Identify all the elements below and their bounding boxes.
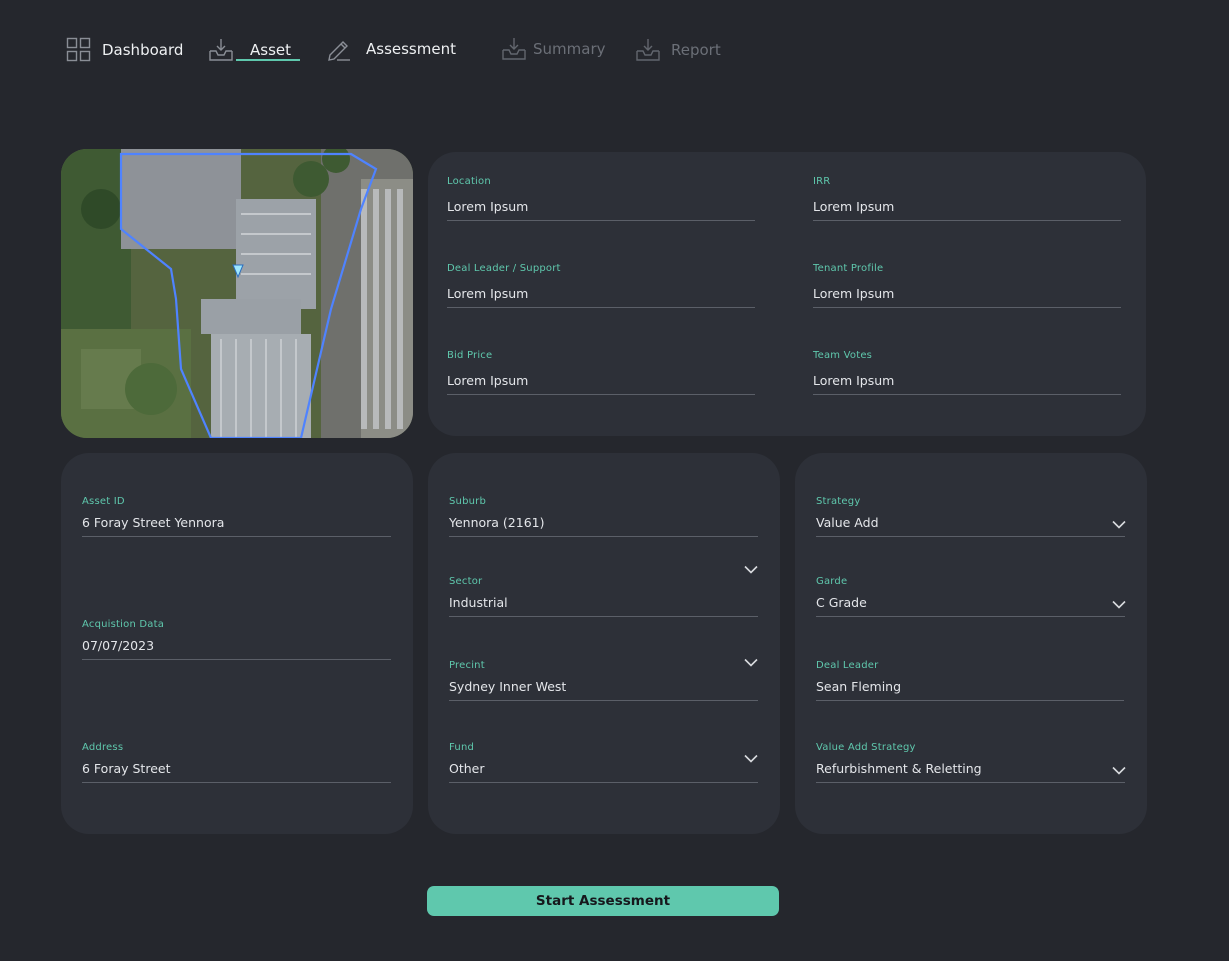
strategy-select[interactable]: Strategy Value Add <box>816 496 1125 537</box>
tenant-profile-label: Tenant Profile <box>813 263 884 274</box>
chevron-down-icon[interactable] <box>744 754 758 763</box>
tenant-profile-value: Lorem Ipsum <box>813 286 1121 308</box>
nav-asset-label: Asset <box>250 41 292 59</box>
irr-field[interactable]: IRR Lorem Ipsum <box>813 176 1121 221</box>
nav-dashboard-label: Dashboard <box>102 41 184 59</box>
value-add-strategy-value: Refurbishment & Reletting <box>816 761 1125 783</box>
deal-leader-support-label: Deal Leader / Support <box>447 263 561 274</box>
precint-label: Precint <box>449 660 485 671</box>
grade-label: Garde <box>816 576 848 587</box>
acquisition-date-value: 07/07/2023 <box>82 638 391 660</box>
address-field[interactable]: Address 6 Foray Street <box>82 742 391 783</box>
fund-value: Other <box>449 761 758 783</box>
sector-label: Sector <box>449 576 483 587</box>
irr-value: Lorem Ipsum <box>813 199 1121 221</box>
sector-select[interactable]: Sector Industrial <box>449 576 758 617</box>
deal-leader-label: Deal Leader <box>816 660 879 671</box>
deal-leader-value: Sean Fleming <box>816 679 1124 701</box>
asset-id-label: Asset ID <box>82 496 125 507</box>
acquisition-date-field[interactable]: Acquistion Data 07/07/2023 <box>82 619 391 660</box>
value-add-strategy-label: Value Add Strategy <box>816 742 916 753</box>
start-assessment-button[interactable]: Start Assessment <box>427 886 779 916</box>
chevron-down-icon[interactable] <box>1112 520 1126 529</box>
bid-price-field[interactable]: Bid Price Lorem Ipsum <box>447 350 755 395</box>
nav-report-label: Report <box>671 41 721 59</box>
sector-value: Industrial <box>449 595 758 617</box>
strategy-label: Strategy <box>816 496 861 507</box>
team-votes-value: Lorem Ipsum <box>813 373 1121 395</box>
nav-dashboard[interactable]: Dashboard <box>66 37 183 63</box>
nav-summary-label: Summary <box>533 40 606 58</box>
chevron-down-icon[interactable] <box>744 565 758 574</box>
asset-id-value: 6 Foray Street Yennora <box>82 515 391 537</box>
precint-select[interactable]: Precint Sydney Inner West <box>449 660 758 701</box>
deal-leader-support-value: Lorem Ipsum <box>447 286 755 308</box>
grade-value: C Grade <box>816 595 1125 617</box>
dashboard-grid-icon <box>66 37 92 63</box>
download-tray-icon <box>501 36 527 62</box>
download-tray-icon <box>208 37 234 63</box>
pencil-icon <box>326 36 352 62</box>
strategy-details-panel: Strategy Value Add Garde C Grade Deal Le… <box>795 453 1147 834</box>
precint-value: Sydney Inner West <box>449 679 758 701</box>
team-votes-label: Team Votes <box>813 350 873 361</box>
deal-leader-support-field[interactable]: Deal Leader / Support Lorem Ipsum <box>447 263 755 308</box>
overview-panel: Location Lorem Ipsum IRR Lorem Ipsum Dea… <box>428 152 1146 436</box>
address-label: Address <box>82 742 124 753</box>
acquisition-date-label: Acquistion Data <box>82 619 165 630</box>
bid-price-value: Lorem Ipsum <box>447 373 755 395</box>
active-tab-indicator <box>236 59 300 61</box>
chevron-down-icon[interactable] <box>744 658 758 667</box>
fund-label: Fund <box>449 742 475 753</box>
bid-price-label: Bid Price <box>447 350 493 361</box>
deal-leader-field[interactable]: Deal Leader Sean Fleming <box>816 660 1124 701</box>
asset-details-panel: Asset ID 6 Foray Street Yennora Acquisti… <box>61 453 413 834</box>
nav-summary[interactable]: Summary <box>501 36 606 62</box>
nav-report[interactable]: Report <box>635 37 721 63</box>
suburb-label: Suburb <box>449 496 487 507</box>
nav-assessment[interactable]: Assessment <box>326 36 456 62</box>
chevron-down-icon[interactable] <box>1112 600 1126 609</box>
chevron-down-icon[interactable] <box>1112 766 1126 775</box>
strategy-value: Value Add <box>816 515 1125 537</box>
top-nav: Dashboard Asset Assessment Summary Repor… <box>0 0 1229 100</box>
value-add-strategy-select[interactable]: Value Add Strategy Refurbishment & Relet… <box>816 742 1125 783</box>
location-details-panel: Suburb Yennora (2161) Sector Industrial … <box>428 453 780 834</box>
location-label: Location <box>447 176 491 187</box>
address-value: 6 Foray Street <box>82 761 391 783</box>
suburb-value: Yennora (2161) <box>449 515 758 537</box>
irr-label: IRR <box>813 176 831 187</box>
fund-select[interactable]: Fund Other <box>449 742 758 783</box>
tenant-profile-field[interactable]: Tenant Profile Lorem Ipsum <box>813 263 1121 308</box>
location-field[interactable]: Location Lorem Ipsum <box>447 176 755 221</box>
suburb-field[interactable]: Suburb Yennora (2161) <box>449 496 758 537</box>
asset-id-field[interactable]: Asset ID 6 Foray Street Yennora <box>82 496 391 537</box>
nav-assessment-label: Assessment <box>366 40 456 58</box>
location-value: Lorem Ipsum <box>447 199 755 221</box>
asset-aerial-image <box>61 149 413 438</box>
grade-select[interactable]: Garde C Grade <box>816 576 1125 617</box>
team-votes-field[interactable]: Team Votes Lorem Ipsum <box>813 350 1121 395</box>
download-tray-icon <box>635 37 661 63</box>
